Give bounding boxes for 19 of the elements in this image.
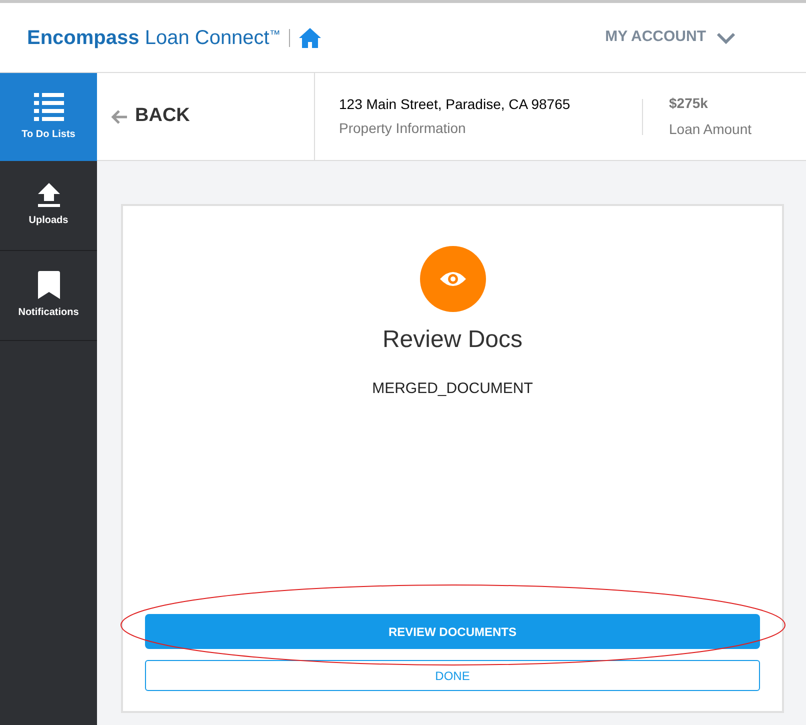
home-icon[interactable] <box>299 28 322 48</box>
property-label: Property Information <box>339 119 467 138</box>
loan-amount: $275k <box>669 94 709 113</box>
property-address: 123 Main Street, Paradise, CA 98765 <box>339 95 572 114</box>
back-button[interactable]: BACK <box>97 73 315 160</box>
bookmark-icon <box>38 271 60 299</box>
done-button[interactable]: DONE <box>145 660 760 691</box>
back-arrow-icon <box>111 110 127 124</box>
list-icon <box>34 92 64 120</box>
brand-name: Encompass Loan Connect$^{™}$ <box>27 26 280 50</box>
eye-icon <box>420 246 486 312</box>
task-title: Review Docs <box>382 325 523 355</box>
document-name: MERGED_DOCUMENT <box>372 379 533 399</box>
sidebar-item[interactable]: To Do Lists <box>0 73 97 161</box>
loan-amount-label: Loan Amount <box>669 120 752 139</box>
review-documents-button[interactable]: REVIEW DOCUMENTS <box>145 614 760 649</box>
account-menu[interactable]: MY ACCOUNT <box>605 26 736 49</box>
chevron-down-icon <box>716 32 736 44</box>
upload-icon <box>38 183 60 207</box>
